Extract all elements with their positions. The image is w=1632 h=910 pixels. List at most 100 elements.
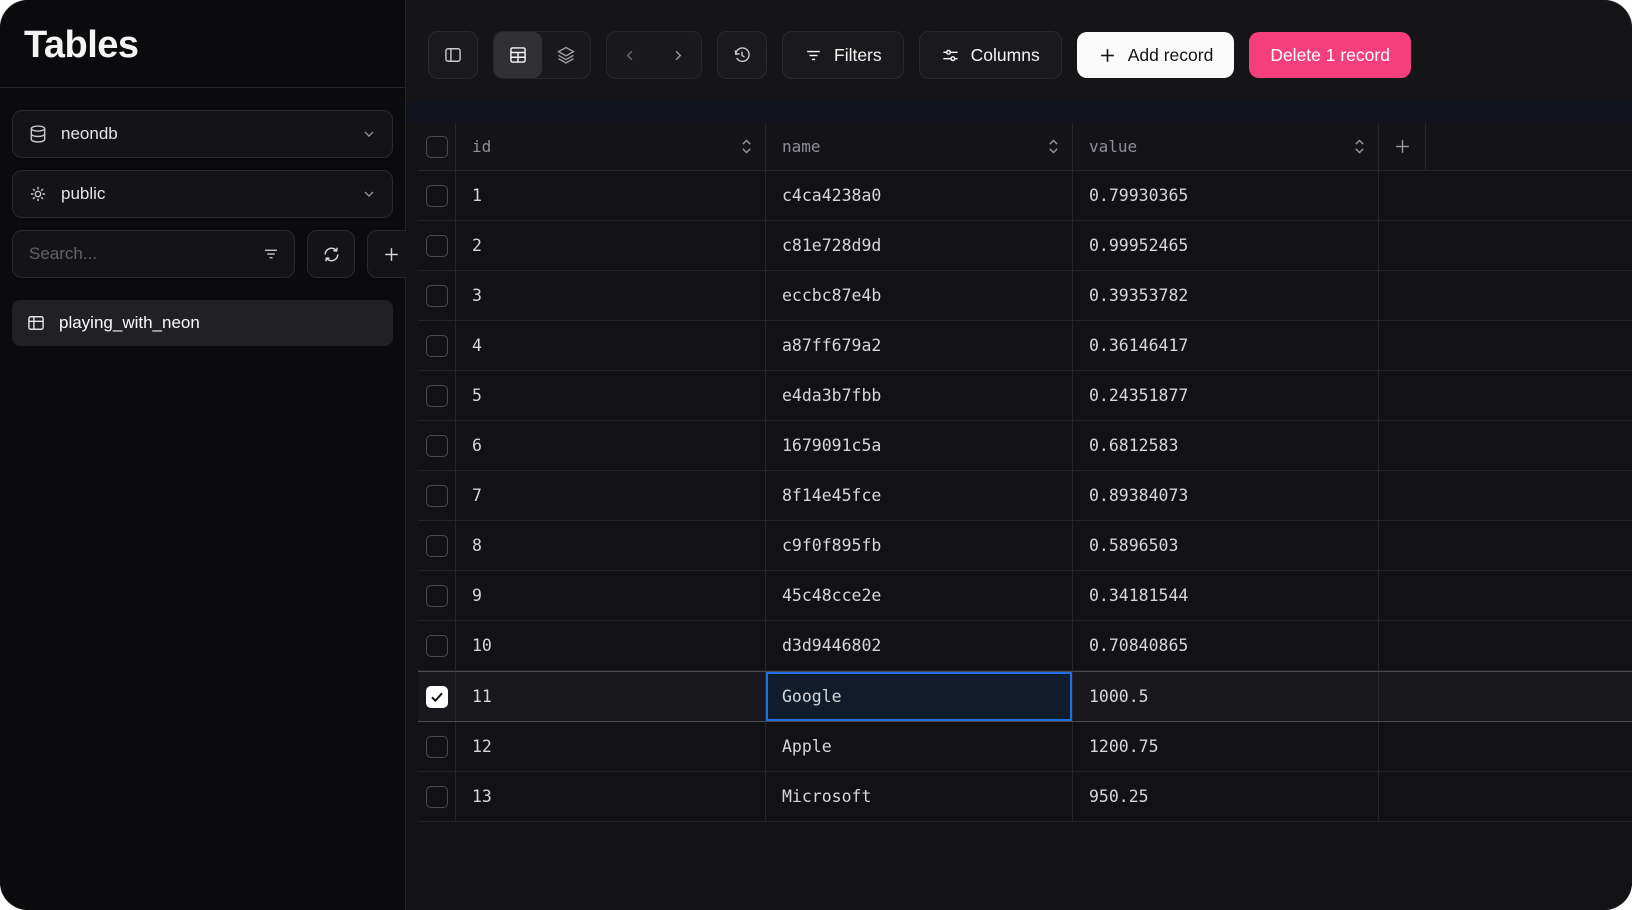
cell-id[interactable]: 7	[456, 471, 766, 520]
select-all-checkbox[interactable]	[426, 136, 448, 158]
row-checkbox-cell	[418, 722, 456, 771]
add-column-button[interactable]	[1379, 123, 1426, 170]
cell-value[interactable]: 0.34181544	[1073, 571, 1379, 620]
pagination-controls	[606, 31, 702, 79]
column-header-name[interactable]: name	[766, 123, 1073, 170]
cell-value[interactable]: 0.99952465	[1073, 221, 1379, 270]
view-mode-segmented-control	[493, 31, 591, 79]
cell-value[interactable]: 0.6812583	[1073, 421, 1379, 470]
row-checkbox[interactable]	[426, 335, 448, 357]
sort-icon[interactable]	[1353, 138, 1366, 155]
table-row: 3eccbc87e4b0.39353782	[418, 271, 1632, 321]
row-checkbox[interactable]	[426, 435, 448, 457]
cell-id[interactable]: 13	[456, 772, 766, 821]
row-checkbox[interactable]	[426, 535, 448, 557]
row-checkbox[interactable]	[426, 235, 448, 257]
cell-name[interactable]: e4da3b7fbb	[766, 371, 1073, 420]
next-page-button[interactable]	[654, 32, 701, 78]
row-checkbox[interactable]	[426, 736, 448, 758]
add-record-button[interactable]: Add record	[1077, 32, 1235, 78]
row-checkbox[interactable]	[426, 635, 448, 657]
cell-id[interactable]: 2	[456, 221, 766, 270]
search-input[interactable]	[27, 243, 252, 265]
cell-id[interactable]: 8	[456, 521, 766, 570]
chevron-down-icon	[361, 186, 377, 202]
cell-value[interactable]: 0.79930365	[1073, 171, 1379, 220]
cell-value[interactable]: 0.24351877	[1073, 371, 1379, 420]
table-row: 12Apple1200.75	[418, 722, 1632, 772]
table-view-button[interactable]	[494, 32, 542, 78]
cell-id[interactable]: 6	[456, 421, 766, 470]
cell-name[interactable]: 1679091c5a	[766, 421, 1073, 470]
sliders-icon	[941, 46, 960, 65]
main-panel: Filters Columns Add record Delete 1 reco…	[406, 0, 1632, 910]
sort-icon[interactable]	[1047, 138, 1060, 155]
refresh-button[interactable]	[307, 230, 355, 278]
cell-value[interactable]: 0.89384073	[1073, 471, 1379, 520]
sort-icon[interactable]	[740, 138, 753, 155]
sidebar-toggle-button[interactable]	[428, 31, 478, 79]
previous-page-button[interactable]	[607, 32, 654, 78]
filters-button[interactable]: Filters	[782, 31, 904, 79]
cell-id[interactable]: 3	[456, 271, 766, 320]
delete-record-button[interactable]: Delete 1 record	[1249, 32, 1411, 78]
sidebar-header: Tables	[0, 0, 405, 87]
column-header-id[interactable]: id	[456, 123, 766, 170]
history-button[interactable]	[717, 31, 767, 79]
table-row: 5e4da3b7fbb0.24351877	[418, 371, 1632, 421]
cell-id[interactable]: 9	[456, 571, 766, 620]
row-checkbox-cell	[418, 571, 456, 620]
cell-id[interactable]: 5	[456, 371, 766, 420]
column-header-value[interactable]: value	[1073, 123, 1379, 170]
cell-value[interactable]: 0.70840865	[1073, 621, 1379, 670]
cell-id[interactable]: 1	[456, 171, 766, 220]
cell-name[interactable]: eccbc87e4b	[766, 271, 1073, 320]
row-checkbox[interactable]	[426, 585, 448, 607]
database-select[interactable]: neondb	[12, 110, 393, 158]
cell-name[interactable]: c81e728d9d	[766, 221, 1073, 270]
row-checkbox-cell	[418, 421, 456, 470]
cell-name[interactable]: c4ca4238a0	[766, 171, 1073, 220]
database-select-label: neondb	[61, 124, 118, 144]
cell-name[interactable]: 45c48cce2e	[766, 571, 1073, 620]
search-box[interactable]	[12, 230, 295, 278]
sidebar-item-playing-with-neon[interactable]: playing_with_neon	[12, 300, 393, 346]
plus-icon	[1098, 46, 1117, 65]
cell-id[interactable]: 4	[456, 321, 766, 370]
row-checkbox[interactable]	[426, 185, 448, 207]
row-checkbox[interactable]	[426, 485, 448, 507]
row-checkbox-cell	[418, 371, 456, 420]
filter-lines-icon	[262, 245, 280, 263]
cell-id[interactable]: 12	[456, 722, 766, 771]
cell-name[interactable]: Microsoft	[766, 772, 1073, 821]
columns-button[interactable]: Columns	[919, 31, 1062, 79]
cell-name[interactable]: Apple	[766, 722, 1073, 771]
row-checkbox[interactable]	[426, 285, 448, 307]
row-checkbox-cell	[418, 171, 456, 220]
row-checkbox[interactable]	[426, 385, 448, 407]
cell-id[interactable]: 11	[456, 672, 766, 721]
table-row: 1c4ca4238a00.79930365	[418, 171, 1632, 221]
schema-select[interactable]: public	[12, 170, 393, 218]
table-row: 11Google1000.5	[418, 671, 1632, 722]
header-checkbox-cell	[418, 123, 456, 170]
cell-name[interactable]: c9f0f895fb	[766, 521, 1073, 570]
row-checkbox[interactable]	[426, 686, 448, 708]
layers-view-button[interactable]	[542, 32, 590, 78]
row-checkbox[interactable]	[426, 786, 448, 808]
cell-value[interactable]: 0.5896503	[1073, 521, 1379, 570]
cell-id[interactable]: 10	[456, 621, 766, 670]
cell-value[interactable]: 0.39353782	[1073, 271, 1379, 320]
cell-name[interactable]: a87ff679a2	[766, 321, 1073, 370]
cell-value[interactable]: 950.25	[1073, 772, 1379, 821]
column-header-id-label: id	[472, 137, 491, 156]
row-checkbox-cell	[418, 471, 456, 520]
sidebar-item-label: playing_with_neon	[59, 313, 200, 333]
cell-value[interactable]: 0.36146417	[1073, 321, 1379, 370]
cell-value[interactable]: 1200.75	[1073, 722, 1379, 771]
cell-name[interactable]: d3d9446802	[766, 621, 1073, 670]
filters-button-label: Filters	[834, 45, 882, 66]
cell-name[interactable]: Google	[766, 672, 1073, 721]
cell-name[interactable]: 8f14e45fce	[766, 471, 1073, 520]
cell-value[interactable]: 1000.5	[1073, 672, 1379, 721]
